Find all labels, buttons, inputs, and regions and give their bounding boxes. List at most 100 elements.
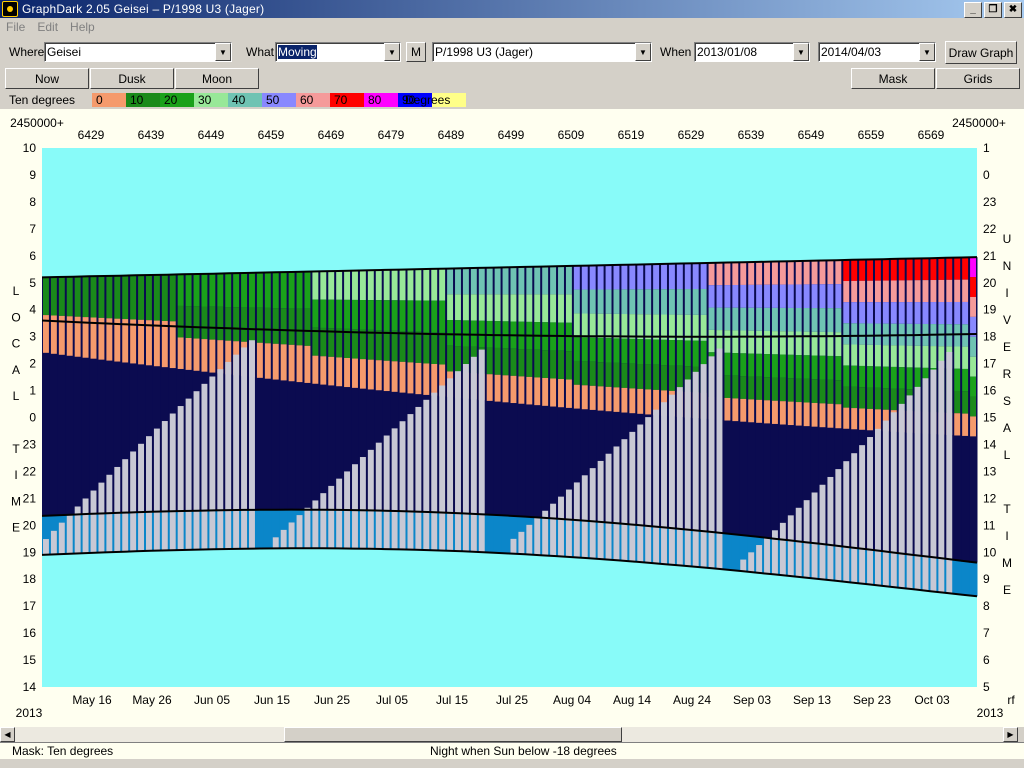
left-hour-label: 17 xyxy=(23,599,37,613)
scroll-left-icon[interactable]: ◀ xyxy=(0,727,15,742)
moon-bar xyxy=(676,387,683,566)
altitude-stripe xyxy=(296,271,303,309)
moon-bar xyxy=(645,417,652,563)
minimize-button[interactable]: _ xyxy=(964,2,982,18)
legend-label: 20 xyxy=(164,93,178,107)
close-button[interactable]: ✖ xyxy=(1004,2,1022,18)
grids-button[interactable]: Grids xyxy=(936,68,1020,89)
where-select[interactable]: Geisei ▼ xyxy=(44,42,232,62)
restore-button[interactable]: ❐ xyxy=(984,2,1002,18)
altitude-stripe xyxy=(930,346,937,369)
moon-bar xyxy=(130,451,137,552)
altitude-stripe xyxy=(328,271,335,300)
altitude-stripe xyxy=(764,354,770,378)
altitude-stripe xyxy=(779,261,786,285)
altitude-stripe xyxy=(589,313,596,338)
altitude-stripe xyxy=(859,408,866,430)
altitude-stripe xyxy=(867,408,873,431)
altitude-stripe xyxy=(890,388,897,411)
chevron-down-icon[interactable]: ▼ xyxy=(919,43,935,61)
scroll-thumb[interactable] xyxy=(284,727,622,742)
altitude-stripe xyxy=(399,269,406,301)
altitude-stripe xyxy=(122,319,129,363)
mask-button[interactable]: Mask xyxy=(851,68,935,89)
altitude-stripe xyxy=(336,357,343,387)
year-right: 2013 xyxy=(977,706,1004,720)
dusk-button[interactable]: Dusk xyxy=(90,68,174,89)
altitude-stripe xyxy=(391,330,398,362)
altitude-stripe xyxy=(629,388,636,414)
now-button[interactable]: Now xyxy=(5,68,89,89)
altitude-stripe xyxy=(613,387,620,412)
moon-bar xyxy=(185,398,192,550)
moon-bar xyxy=(209,376,216,550)
moon-button[interactable]: Moon xyxy=(175,68,259,89)
chevron-down-icon[interactable]: ▼ xyxy=(215,43,231,61)
m-button[interactable]: M xyxy=(406,42,426,62)
altitude-stripe xyxy=(954,346,961,369)
altitude-stripe xyxy=(320,271,327,300)
left-axis-letter: C xyxy=(12,337,21,351)
right-hour-label: 11 xyxy=(983,518,996,532)
altitude-stripe xyxy=(938,279,945,303)
scroll-right-icon[interactable]: ▶ xyxy=(1003,727,1018,742)
altitude-stripe xyxy=(50,277,57,316)
object-select[interactable]: P/1998 U3 (Jager) ▼ xyxy=(432,42,652,62)
altitude-stripe xyxy=(209,273,216,307)
altitude-stripe xyxy=(455,346,461,373)
chevron-down-icon[interactable]: ▼ xyxy=(635,43,651,61)
altitude-stripe xyxy=(827,379,834,404)
altitude-stripe xyxy=(439,268,446,301)
altitude-stripe xyxy=(930,302,937,325)
moon-bar xyxy=(217,369,224,550)
altitude-stripe xyxy=(835,308,842,333)
menu-help[interactable]: Help xyxy=(64,20,101,34)
altitude-stripe xyxy=(787,284,794,308)
horizontal-scrollbar[interactable]: ◀ ▶ xyxy=(0,727,1018,742)
altitude-stripe xyxy=(867,302,873,324)
altitude-stripe xyxy=(573,313,580,338)
legend-label: 80 xyxy=(368,93,382,107)
moon-bar xyxy=(819,484,826,580)
jd-tick-label: 6539 xyxy=(738,128,765,142)
altitude-stripe xyxy=(209,306,216,340)
altitude-stripe xyxy=(629,289,636,315)
altitude-stripe xyxy=(795,307,802,332)
right-hour-label: 21 xyxy=(983,249,997,263)
altitude-stripe xyxy=(629,338,636,364)
status-night: Night when Sun below -18 degrees xyxy=(430,744,617,758)
date-tick-label: Oct 03 xyxy=(914,693,950,707)
start-date-select[interactable]: 2013/01/08 ▼ xyxy=(694,42,810,62)
altitude-stripe xyxy=(153,274,160,321)
altitude-stripe xyxy=(732,398,739,422)
altitude-stripe xyxy=(653,339,660,365)
altitude-stripe xyxy=(217,340,224,374)
date-tick-label: Aug 24 xyxy=(673,693,711,707)
altitude-stripe xyxy=(764,330,770,355)
altitude-stripe xyxy=(851,259,858,281)
jd-tick-label: 6429 xyxy=(78,128,105,142)
altitude-stripe xyxy=(748,399,755,423)
altitude-stripe xyxy=(558,266,564,295)
moon-bar xyxy=(146,436,152,551)
chevron-down-icon[interactable]: ▼ xyxy=(384,43,400,61)
draw-graph-button[interactable]: Draw Graph xyxy=(945,41,1017,64)
menu-file[interactable]: File xyxy=(0,20,31,34)
altitude-stripe xyxy=(391,300,398,331)
legend-swatch: 80 xyxy=(364,93,398,107)
altitude-stripe xyxy=(827,284,834,309)
end-date-select[interactable]: 2014/04/03 ▼ xyxy=(818,42,936,62)
right-corner-label: rf xyxy=(1007,693,1015,707)
chevron-down-icon[interactable]: ▼ xyxy=(793,43,809,61)
moon-bar xyxy=(272,537,279,549)
date-tick-label: Jul 25 xyxy=(496,693,528,707)
menu-edit[interactable]: Edit xyxy=(31,20,64,34)
what-select[interactable]: Moving ▼ xyxy=(275,42,401,62)
altitude-stripe xyxy=(653,289,660,315)
altitude-stripe xyxy=(169,321,176,369)
left-hour-label: 15 xyxy=(23,653,37,667)
moon-bar xyxy=(787,515,794,577)
altitude-stripe xyxy=(954,390,961,414)
altitude-stripe xyxy=(882,302,889,324)
altitude-stripe xyxy=(962,279,969,302)
